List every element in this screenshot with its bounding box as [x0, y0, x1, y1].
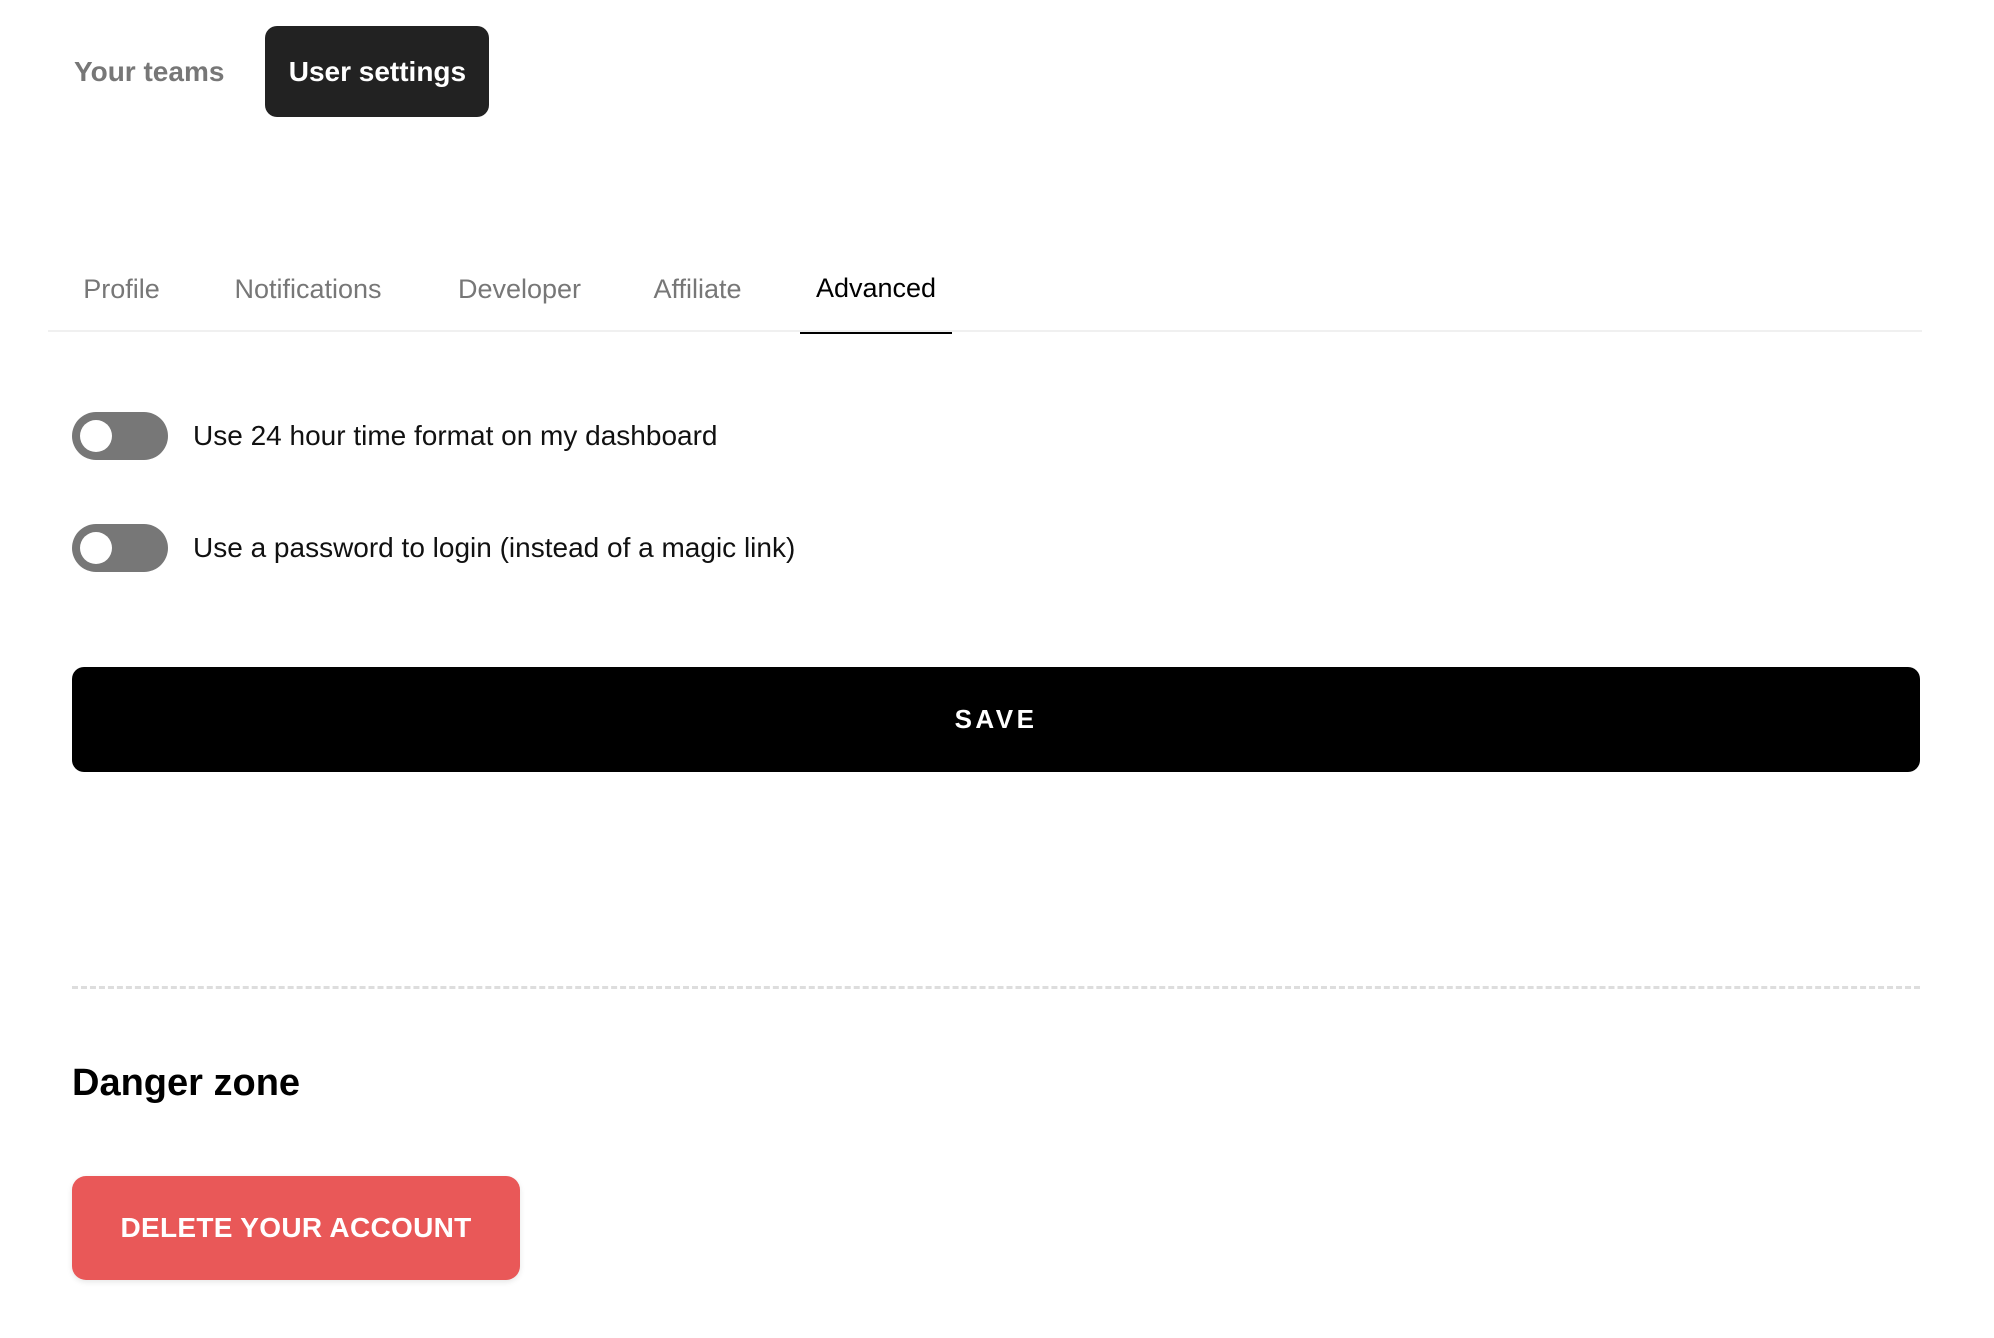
tab-affiliate[interactable]: Affiliate — [636, 250, 759, 334]
toggle-knob — [80, 532, 112, 564]
save-button[interactable]: SAVE — [72, 667, 1920, 772]
nav-user-settings[interactable]: User settings — [265, 26, 490, 117]
top-nav: Your teams User settings — [48, 26, 490, 117]
nav-your-teams[interactable]: Your teams — [48, 26, 250, 117]
tab-profile[interactable]: Profile — [68, 250, 175, 334]
section-divider — [72, 986, 1920, 989]
toggle-24-hour-time[interactable] — [72, 412, 168, 460]
user-settings-page: Your teams User settings Profile Notific… — [0, 0, 1994, 1338]
toggle-password-login[interactable] — [72, 524, 168, 572]
toggle-label-24-hour-time: Use 24 hour time format on my dashboard — [193, 420, 718, 451]
tab-developer[interactable]: Developer — [442, 250, 597, 334]
setting-password-login: Use a password to login (instead of a ma… — [72, 524, 795, 572]
tab-advanced[interactable]: Advanced — [800, 250, 952, 334]
setting-24-hour-time: Use 24 hour time format on my dashboard — [72, 412, 717, 460]
settings-tabs: Profile Notifications Developer Affiliat… — [48, 250, 1922, 334]
toggle-label-password-login: Use a password to login (instead of a ma… — [193, 532, 796, 563]
tab-notifications[interactable]: Notifications — [214, 250, 402, 334]
delete-account-button[interactable]: DELETE YOUR ACCOUNT — [72, 1176, 520, 1280]
danger-zone-title: Danger zone — [72, 1062, 301, 1104]
toggle-knob — [80, 420, 112, 452]
